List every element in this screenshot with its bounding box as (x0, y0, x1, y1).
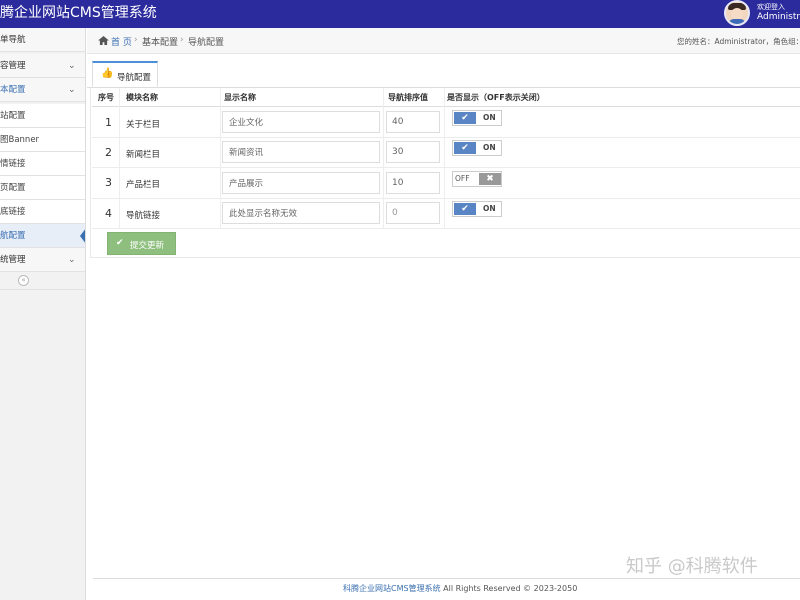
tab-label: 导航配置 (117, 73, 152, 83)
tab-bar: 👍 导航配置 (87, 54, 800, 88)
breadcrumb-basic-config[interactable]: 基本配置 (142, 35, 178, 48)
sidebar-item-label: 图Banner (0, 135, 40, 145)
avatar[interactable] (724, 0, 750, 26)
row-divider (92, 137, 800, 138)
collapse-icon[interactable]: « (18, 275, 29, 286)
order-input[interactable] (386, 111, 440, 133)
toggle-label: ON (483, 204, 496, 213)
sidebar-item-label: 航配置 (0, 231, 26, 241)
column-header-no: 序号 (98, 93, 114, 102)
order-input[interactable] (386, 202, 440, 224)
show-toggle[interactable]: ✔ ON (452, 140, 502, 156)
sidebar-item-basic-config[interactable]: 本配置 ⌄ (0, 78, 85, 102)
toggle-label: ON (483, 143, 496, 152)
close-icon: ✖ (479, 173, 501, 185)
user-name[interactable]: Administr (757, 12, 800, 23)
sidebar-item-system-manage[interactable]: 统管理 ⌄ (0, 248, 85, 272)
check-icon: ✔ (454, 142, 476, 154)
order-input[interactable] (386, 172, 440, 194)
sidebar-item-banner[interactable]: 图Banner (0, 128, 85, 152)
sidebar-item-nav-config[interactable]: 航配置 (0, 224, 85, 248)
breadcrumb-separator: › (180, 35, 184, 45)
row-divider (92, 167, 800, 168)
breadcrumb-home[interactable]: 首 页 (111, 35, 132, 48)
top-header: 腾企业网站CMS管理系统 欢迎登入 Administr (0, 0, 800, 28)
avatar-shirt (728, 19, 746, 24)
display-name-input[interactable] (222, 172, 380, 194)
module-name: 关于栏目 (126, 120, 161, 130)
row-number: 2 (105, 146, 112, 159)
chevron-down-icon: ⌄ (68, 85, 76, 95)
breadcrumb: 首 页 › 基本配置 › 导航配置 您的姓名：Administrator，角色组… (87, 28, 800, 54)
column-header-order: 导航排序值 (388, 93, 428, 102)
sidebar: 单导航 容管理 ⌄ 本配置 ⌄ 站配置 图Banner 情链接 页配置 底链接 … (0, 28, 86, 600)
column-divider (220, 88, 221, 228)
breadcrumb-nav-config: 导航配置 (188, 38, 225, 48)
show-toggle[interactable]: ✔ ON (452, 110, 502, 126)
active-caret-icon (80, 228, 85, 244)
sidebar-item-label: 底链接 (0, 207, 26, 217)
show-toggle[interactable]: OFF ✖ (452, 171, 502, 187)
show-toggle[interactable]: ✔ ON (452, 201, 502, 217)
check-icon: ✔ (454, 112, 476, 124)
footer-brand-link[interactable]: 科腾企业网站CMS管理系统 (343, 584, 441, 593)
content-panel (90, 88, 800, 258)
column-divider (119, 88, 120, 228)
sidebar-item-label: 本配置 (0, 85, 26, 95)
check-icon: ✔ (454, 203, 476, 215)
sidebar-item-label: 单导航 (0, 35, 26, 45)
home-icon (98, 36, 109, 45)
module-name: 导航链接 (126, 211, 161, 221)
footer-rights: All Rights Reserved © 2023-2050 (440, 584, 578, 593)
sidebar-item-label: 情链接 (0, 159, 26, 169)
breadcrumb-separator: › (134, 35, 138, 45)
header-divider (92, 106, 800, 107)
sidebar-menu-nav[interactable]: 单导航 (0, 28, 85, 52)
sidebar-item-label: 站配置 (0, 111, 26, 121)
chevron-down-icon: ⌄ (68, 61, 76, 71)
row-number: 3 (105, 176, 112, 189)
column-header-display: 显示名称 (224, 93, 256, 102)
display-name-input[interactable] (222, 111, 380, 133)
row-number: 4 (105, 207, 112, 220)
row-divider (92, 198, 800, 199)
tab-nav-config[interactable]: 👍 导航配置 (92, 61, 158, 87)
column-header-module: 模块名称 (126, 93, 158, 102)
sidebar-item-label: 统管理 (0, 255, 26, 265)
module-name: 新闻栏目 (126, 150, 161, 160)
submit-update-button[interactable]: ✔ 提交更新 (107, 232, 176, 255)
thumbs-up-icon: 👍 (101, 68, 114, 79)
user-info: 您的姓名：Administrator，角色组： (677, 37, 800, 46)
display-name-input[interactable] (222, 202, 380, 224)
check-icon: ✔ (116, 238, 124, 248)
order-input[interactable] (386, 141, 440, 163)
watermark: 知乎 @科腾软件 (626, 556, 758, 577)
app-title: 腾企业网站CMS管理系统 (0, 5, 157, 21)
sidebar-item-label: 页配置 (0, 183, 26, 193)
footer: 科腾企业网站CMS管理系统 All Rights Reserved © 2023… (343, 583, 577, 594)
row-divider (92, 228, 800, 229)
welcome-text: 欢迎登入 (757, 3, 785, 11)
toggle-label: ON (483, 113, 496, 122)
sidebar-item-bottom-links[interactable]: 底链接 (0, 200, 85, 224)
submit-label: 提交更新 (130, 241, 165, 251)
display-name-input[interactable] (222, 141, 380, 163)
sidebar-item-page-config[interactable]: 页配置 (0, 176, 85, 200)
sidebar-item-friend-links[interactable]: 情链接 (0, 152, 85, 176)
sidebar-item-site-config[interactable]: 站配置 (0, 104, 85, 128)
sidebar-item-label: 容管理 (0, 61, 26, 71)
module-name: 产品栏目 (126, 180, 161, 190)
column-divider (444, 88, 445, 228)
chevron-down-icon: ⌄ (68, 255, 76, 265)
sidebar-collapse-bar: « (0, 272, 85, 290)
column-divider (383, 88, 384, 228)
footer-divider (93, 578, 800, 579)
toggle-label: OFF (455, 174, 470, 183)
sidebar-item-content-manage[interactable]: 容管理 ⌄ (0, 54, 85, 78)
row-number: 1 (105, 116, 112, 129)
column-header-show: 是否显示（OFF表示关闭） (447, 93, 545, 102)
